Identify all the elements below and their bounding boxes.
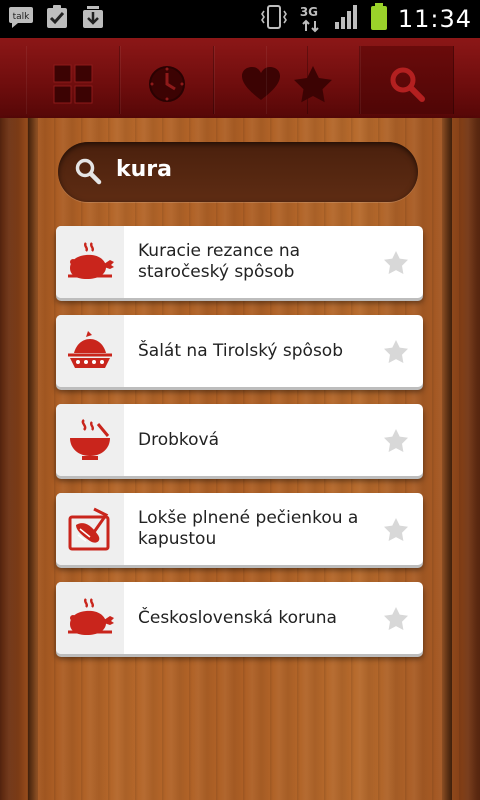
chicken-icon <box>56 582 124 654</box>
search-field[interactable]: kura <box>58 142 418 202</box>
list-item[interactable]: Drobková <box>56 404 423 476</box>
list-item[interactable]: Československá koruna <box>56 582 423 654</box>
list-item[interactable]: Kuracie rezance na staročeský spôsob <box>56 226 423 298</box>
talk-icon: talk <box>8 4 34 30</box>
tab-categories[interactable] <box>26 46 120 122</box>
favorite-star-icon[interactable] <box>383 517 409 542</box>
checklist-icon <box>44 4 70 30</box>
favorite-star-icon[interactable] <box>383 606 409 631</box>
soup-bowl-icon <box>56 404 124 476</box>
clock: 11:34 <box>397 5 472 33</box>
list-item-title: Československá koruna <box>138 607 337 628</box>
download-icon <box>80 4 106 30</box>
star-icon <box>294 66 332 103</box>
chicken-icon <box>56 226 124 298</box>
favorite-star-icon[interactable] <box>383 428 409 453</box>
list-item[interactable]: Lokše plnené pečienkou a kapustou <box>56 493 423 565</box>
tab-recent[interactable] <box>120 46 214 122</box>
search-input[interactable]: kura <box>116 155 172 185</box>
list-item-title: Lokše plnené pečienkou a kapustou <box>138 508 359 549</box>
cutting-board-icon <box>56 493 124 565</box>
grid-icon <box>53 64 93 104</box>
battery-icon <box>370 3 388 35</box>
favorite-star-icon[interactable] <box>383 339 409 364</box>
vibrate-icon <box>260 3 288 35</box>
plank-edge-right <box>442 118 452 800</box>
list-item-title: Kuracie rezance na staročeský spôsob <box>138 241 301 282</box>
favorite-star-icon[interactable] <box>383 250 409 275</box>
pie-icon <box>56 315 124 387</box>
3g-icon: 3G <box>298 5 324 33</box>
tab-starred[interactable] <box>266 46 360 122</box>
tab-search[interactable] <box>360 46 454 122</box>
talk-label: talk <box>13 12 31 22</box>
search-icon <box>390 67 425 102</box>
plank-edge-left <box>28 118 38 800</box>
signal-icon <box>334 4 360 34</box>
search-field-icon <box>75 158 102 185</box>
list-item[interactable]: Šalát na Tirolský spôsob <box>56 315 423 387</box>
list-item-title: Šalát na Tirolský spôsob <box>138 340 343 361</box>
list-item-title: Drobková <box>138 429 220 450</box>
status-bar: talk 3G 11:34 <box>0 0 480 38</box>
clock-icon <box>149 66 185 102</box>
tab-bar <box>0 38 480 128</box>
